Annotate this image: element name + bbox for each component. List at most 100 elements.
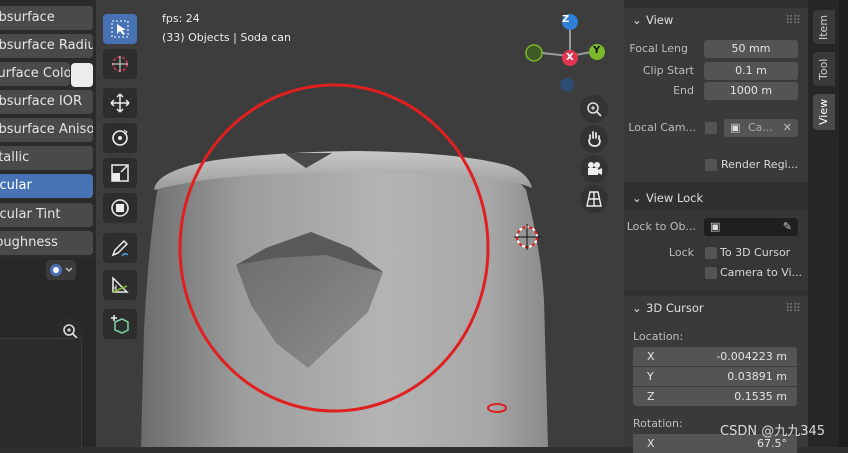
location-y-field[interactable]: Y 0.03891 m	[633, 367, 797, 386]
property-label: Roughness	[0, 235, 58, 250]
tab-tool[interactable]: Tool	[813, 52, 835, 86]
local-camera-label: Local Cam...	[628, 121, 696, 134]
lock-to-3d-cursor-label: To 3D Cursor	[720, 246, 791, 259]
property-subsurface-anisotropy[interactable]: Subsurface Anisotropy	[0, 118, 93, 142]
property-specular-tint[interactable]: Specular Tint	[0, 203, 93, 227]
axis-value: 0.1535 m	[734, 390, 787, 403]
property-roughness[interactable]: Roughness	[0, 231, 93, 255]
scale-icon	[111, 164, 129, 182]
clip-start-label: Clip Start	[642, 64, 694, 77]
property-label: Specular	[0, 178, 32, 193]
select-box-icon	[111, 20, 129, 38]
pan-view-icon[interactable]	[580, 125, 608, 153]
property-metallic[interactable]: Metallic	[0, 146, 93, 170]
render-region-label: Render Regi...	[721, 158, 799, 171]
property-label: Subsurface	[0, 10, 55, 25]
property-label: Metallic	[0, 150, 30, 165]
tab-view[interactable]: View	[813, 94, 835, 130]
property-label: Subsurface Radius	[0, 38, 93, 53]
fps-readout: fps: 24	[162, 12, 200, 25]
measure-tool[interactable]	[103, 270, 137, 300]
local-camera-value: Ca...	[748, 121, 773, 134]
local-camera-checkbox[interactable]	[705, 122, 717, 134]
property-specular[interactable]: Specular	[0, 174, 93, 198]
zoom-view-icon[interactable]	[580, 95, 608, 123]
view-title: View	[646, 13, 674, 27]
move-icon	[110, 93, 130, 113]
gizmo-x-label[interactable]: X	[566, 52, 574, 63]
view-lock-title: View Lock	[646, 191, 704, 205]
property-subsurface-ior[interactable]: Subsurface IOR	[0, 90, 93, 114]
pencil-icon	[111, 239, 129, 257]
gizmo-y-label[interactable]: Y	[593, 45, 600, 56]
property-label: Specular Tint	[0, 207, 61, 222]
add-cube-tool[interactable]	[103, 309, 137, 339]
grip-icon: ⠿⠿	[785, 13, 801, 27]
property-subsurface[interactable]: Subsurface	[0, 6, 93, 30]
rotate-tool[interactable]	[103, 123, 137, 153]
transform-tool[interactable]	[103, 193, 137, 223]
sidebar-n-panel: ⌄ View ⠿⠿ Focal Leng 50 mm Clip Start 0.…	[624, 0, 808, 453]
3d-viewport[interactable]: fps: 24 (33) Objects | Soda can Z Y X	[96, 0, 624, 447]
grip-icon: ⠿⠿	[785, 301, 801, 315]
camera-to-view-checkbox[interactable]	[705, 267, 717, 279]
perspective-grid-icon[interactable]	[580, 185, 608, 213]
shading-dropdown[interactable]	[46, 260, 76, 280]
property-label: Subsurface Color	[0, 66, 70, 81]
chevron-down-icon: ⌄	[632, 13, 642, 27]
object-icon: ▣	[710, 220, 721, 233]
render-region-checkbox[interactable]	[705, 159, 717, 171]
transform-icon	[111, 199, 129, 217]
property-label: Subsurface IOR	[0, 94, 83, 109]
node-frame	[0, 338, 82, 448]
local-camera-field[interactable]: ▣ Ca... ✕	[724, 119, 798, 137]
focal-length-label: Focal Leng	[629, 42, 688, 55]
globe-icon	[50, 264, 73, 276]
focal-length-field[interactable]: 50 mm	[704, 40, 798, 58]
ruler-icon	[112, 276, 129, 293]
move-tool[interactable]	[103, 88, 137, 118]
3d-cursor-header[interactable]: ⌄ 3D Cursor ⠿⠿	[624, 296, 808, 320]
view-section-header[interactable]: ⌄ View ⠿⠿	[624, 8, 808, 32]
camera-view-icon[interactable]	[580, 155, 608, 183]
axis-key: Y	[647, 370, 654, 383]
location-z-field[interactable]: Z 0.1535 m	[633, 387, 797, 406]
material-properties-panel: Subsurface Subsurface Radius Subsurface …	[0, 0, 96, 448]
close-icon[interactable]: ✕	[783, 119, 792, 137]
annotate-tool[interactable]	[103, 233, 137, 263]
sidebar-tabs: Item Tool View	[808, 0, 848, 447]
property-label: Subsurface Anisotropy	[0, 122, 93, 137]
chevron-down-icon: ⌄	[632, 301, 642, 315]
view-lock-header[interactable]: ⌄ View Lock	[624, 186, 808, 210]
gizmo-z-label[interactable]: Z	[562, 14, 569, 25]
property-subsurface-radius[interactable]: Subsurface Radius	[0, 34, 93, 58]
select-box-tool[interactable]	[103, 14, 137, 44]
add-cube-icon	[111, 315, 129, 334]
axis-key: X	[647, 437, 655, 450]
cursor-icon	[112, 56, 128, 72]
lock-to-3d-cursor-checkbox[interactable]	[705, 247, 717, 259]
chevron-down-icon: ⌄	[632, 191, 642, 205]
location-x-field[interactable]: X -0.004223 m	[633, 347, 797, 366]
clip-end-label: End	[673, 84, 694, 97]
axis-value: 0.03891 m	[727, 370, 787, 383]
scale-tool[interactable]	[103, 158, 137, 188]
3d-cursor-title: 3D Cursor	[646, 301, 704, 315]
lock-to-object-label: Lock to Ob...	[626, 220, 696, 233]
scene-render	[141, 14, 605, 447]
rotate-icon	[112, 129, 128, 146]
lock-to-object-field[interactable]: ▣ ✎	[704, 218, 798, 236]
eyedropper-icon[interactable]: ✎	[783, 218, 792, 236]
location-label: Location:	[633, 330, 684, 343]
axis-key: X	[647, 350, 655, 363]
clip-end-field[interactable]: 1000 m	[704, 82, 798, 100]
objects-info: (33) Objects | Soda can	[162, 31, 292, 44]
tabs-edge	[839, 0, 848, 447]
axis-key: Z	[647, 390, 655, 403]
tab-item[interactable]: Item	[813, 10, 835, 44]
subsurface-color-swatch[interactable]	[71, 63, 93, 87]
cursor-tool[interactable]	[103, 49, 137, 79]
property-subsurface-color[interactable]: Subsurface Color	[0, 62, 70, 86]
watermark: CSDN @九九345	[720, 424, 826, 439]
clip-start-field[interactable]: 0.1 m	[704, 62, 798, 80]
